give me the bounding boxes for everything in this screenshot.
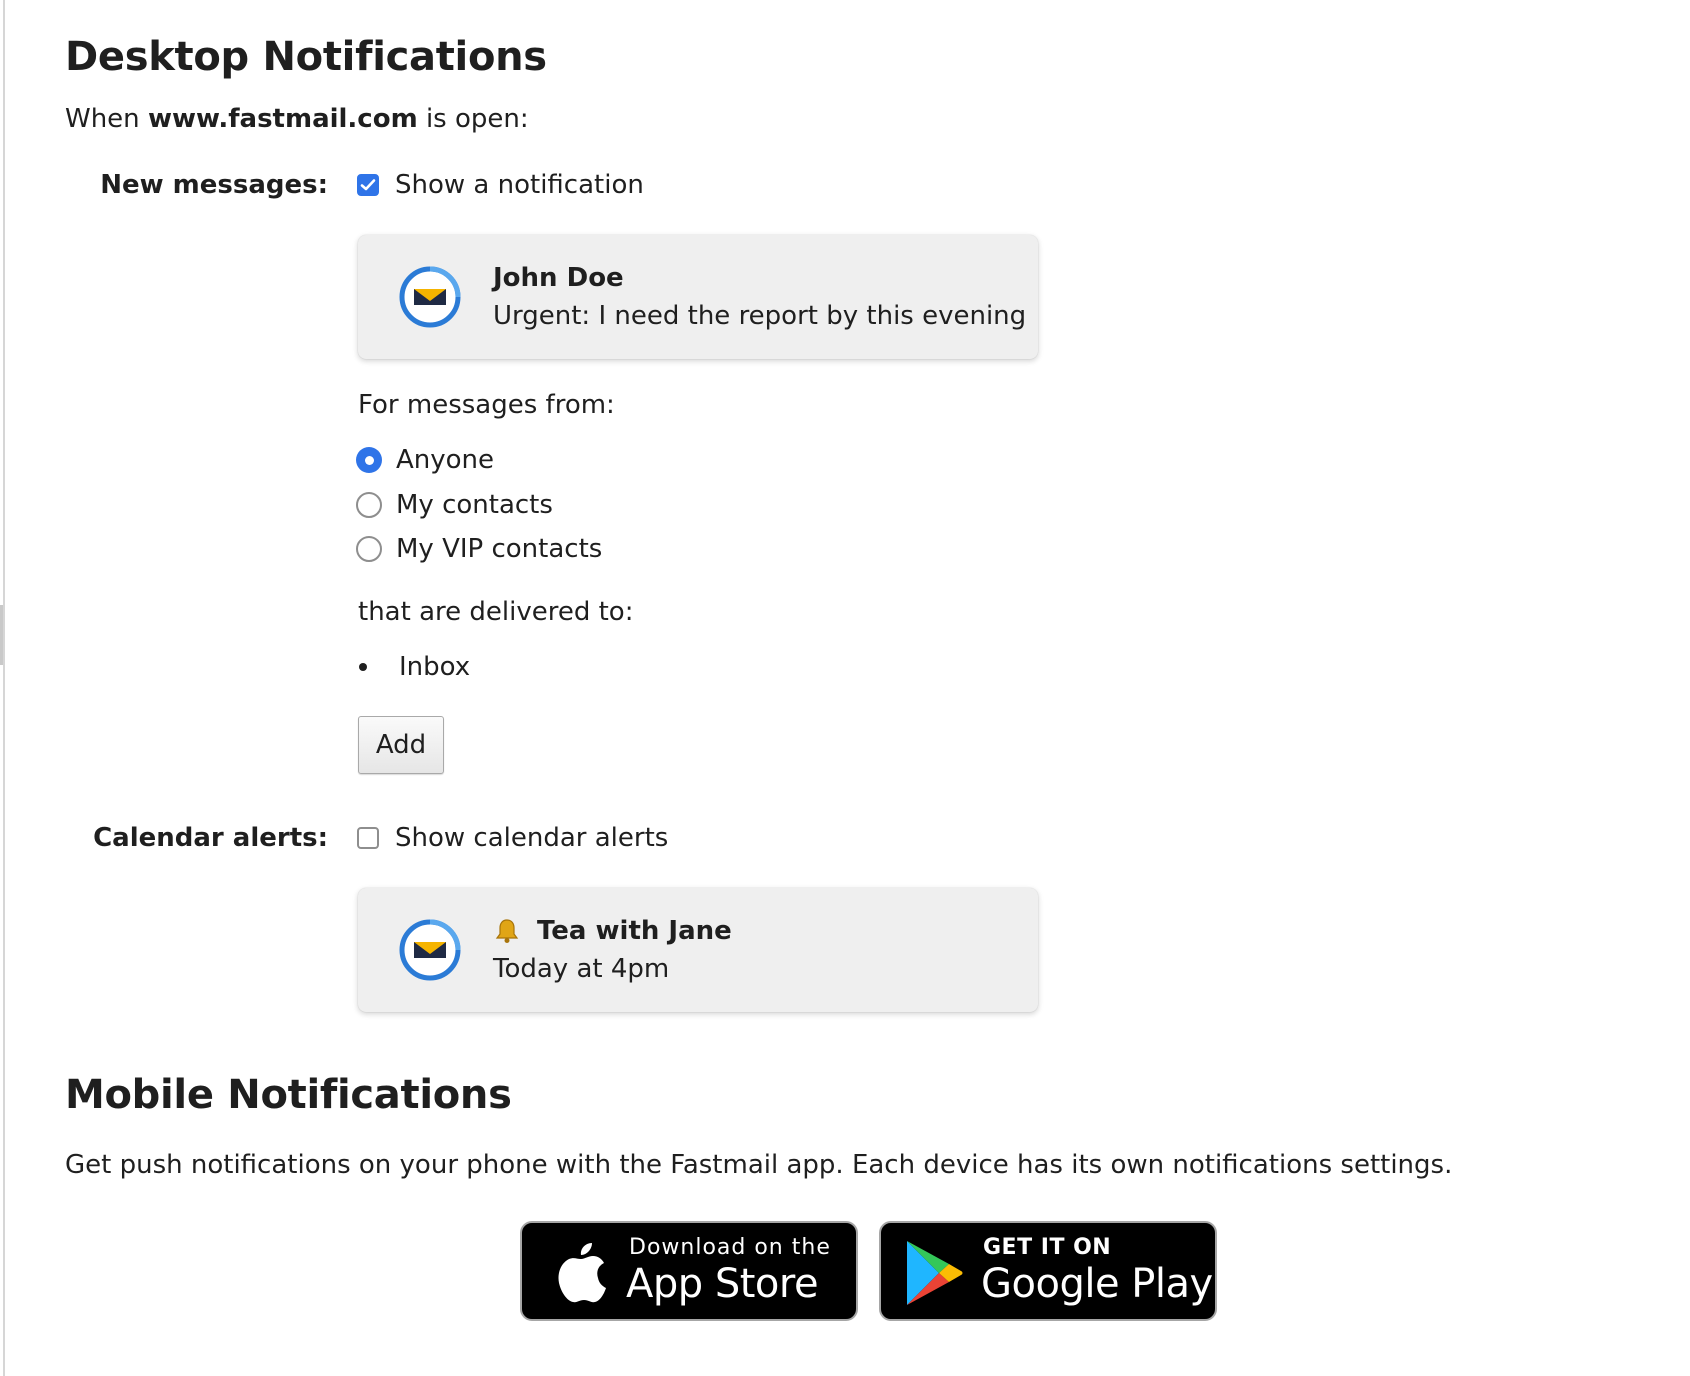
mobile-notifications-heading: Mobile Notifications <box>65 1072 512 1118</box>
calendar-notification-preview: Tea with Jane Today at 4pm <box>358 888 1038 1012</box>
show-notification-checkbox[interactable] <box>357 174 379 196</box>
intro-suffix: is open: <box>425 104 529 134</box>
calendar-event-title: Tea with Jane <box>493 916 732 946</box>
app-store-badge[interactable]: Download on the App Store <box>520 1221 858 1321</box>
calendar-event-name: Tea with Jane <box>537 916 732 946</box>
messages-from-label: For messages from: <box>358 390 615 420</box>
desktop-notifications-heading: Desktop Notifications <box>65 34 547 80</box>
checkmark-icon <box>360 179 376 191</box>
fastmail-logo-icon <box>399 266 461 328</box>
calendar-event-time: Today at 4pm <box>493 954 670 984</box>
notification-sender: John Doe <box>493 263 624 293</box>
intro-prefix: When <box>65 104 140 134</box>
radio-anyone-label: Anyone <box>396 445 495 475</box>
calendar-alerts-label: Calendar alerts: <box>93 823 328 853</box>
left-border-handle <box>0 605 3 665</box>
radio-my-contacts-label: My contacts <box>396 490 553 520</box>
delivered-to-label: that are delivered to: <box>358 597 634 627</box>
app-store-big-text: App Store <box>626 1261 819 1307</box>
radio-option-my-vip-contacts[interactable]: My VIP contacts <box>356 534 602 564</box>
message-notification-preview: John Doe Urgent: I need the report by th… <box>358 235 1038 359</box>
radio-option-anyone[interactable]: Anyone <box>356 445 494 475</box>
folder-name: Inbox <box>399 652 471 682</box>
new-messages-label: New messages: <box>100 170 328 200</box>
show-notification-label: Show a notification <box>395 170 644 200</box>
left-border <box>3 0 5 1376</box>
radio-my-vip-contacts[interactable] <box>356 536 382 562</box>
google-play-icon <box>907 1241 963 1305</box>
google-play-badge[interactable]: GET IT ON Google Play <box>879 1221 1217 1321</box>
show-notification-option[interactable]: Show a notification <box>357 170 644 200</box>
radio-my-vip-contacts-label: My VIP contacts <box>396 534 603 564</box>
show-calendar-alerts-label: Show calendar alerts <box>395 823 669 853</box>
intro-domain: www.fastmail.com <box>147 104 418 134</box>
bell-icon <box>495 919 519 943</box>
mobile-description: Get push notifications on your phone wit… <box>65 1150 1453 1180</box>
fastmail-logo-icon <box>399 919 461 981</box>
bullet-icon <box>359 663 367 671</box>
desktop-intro: When www.fastmail.com is open: <box>65 104 529 134</box>
show-calendar-alerts-checkbox[interactable] <box>357 827 379 849</box>
radio-my-contacts[interactable] <box>356 492 382 518</box>
apple-icon <box>558 1243 606 1303</box>
google-play-big-text: Google Play <box>981 1261 1213 1307</box>
notification-message: Urgent: I need the report by this evenin… <box>493 301 1027 331</box>
show-calendar-alerts-option[interactable]: Show calendar alerts <box>357 823 668 853</box>
radio-anyone[interactable] <box>356 447 382 473</box>
add-folder-button[interactable]: Add <box>358 716 444 774</box>
app-store-small-text: Download on the <box>629 1235 831 1260</box>
google-play-small-text: GET IT ON <box>983 1235 1112 1260</box>
radio-option-my-contacts[interactable]: My contacts <box>356 490 553 520</box>
list-item: Inbox <box>356 652 470 682</box>
